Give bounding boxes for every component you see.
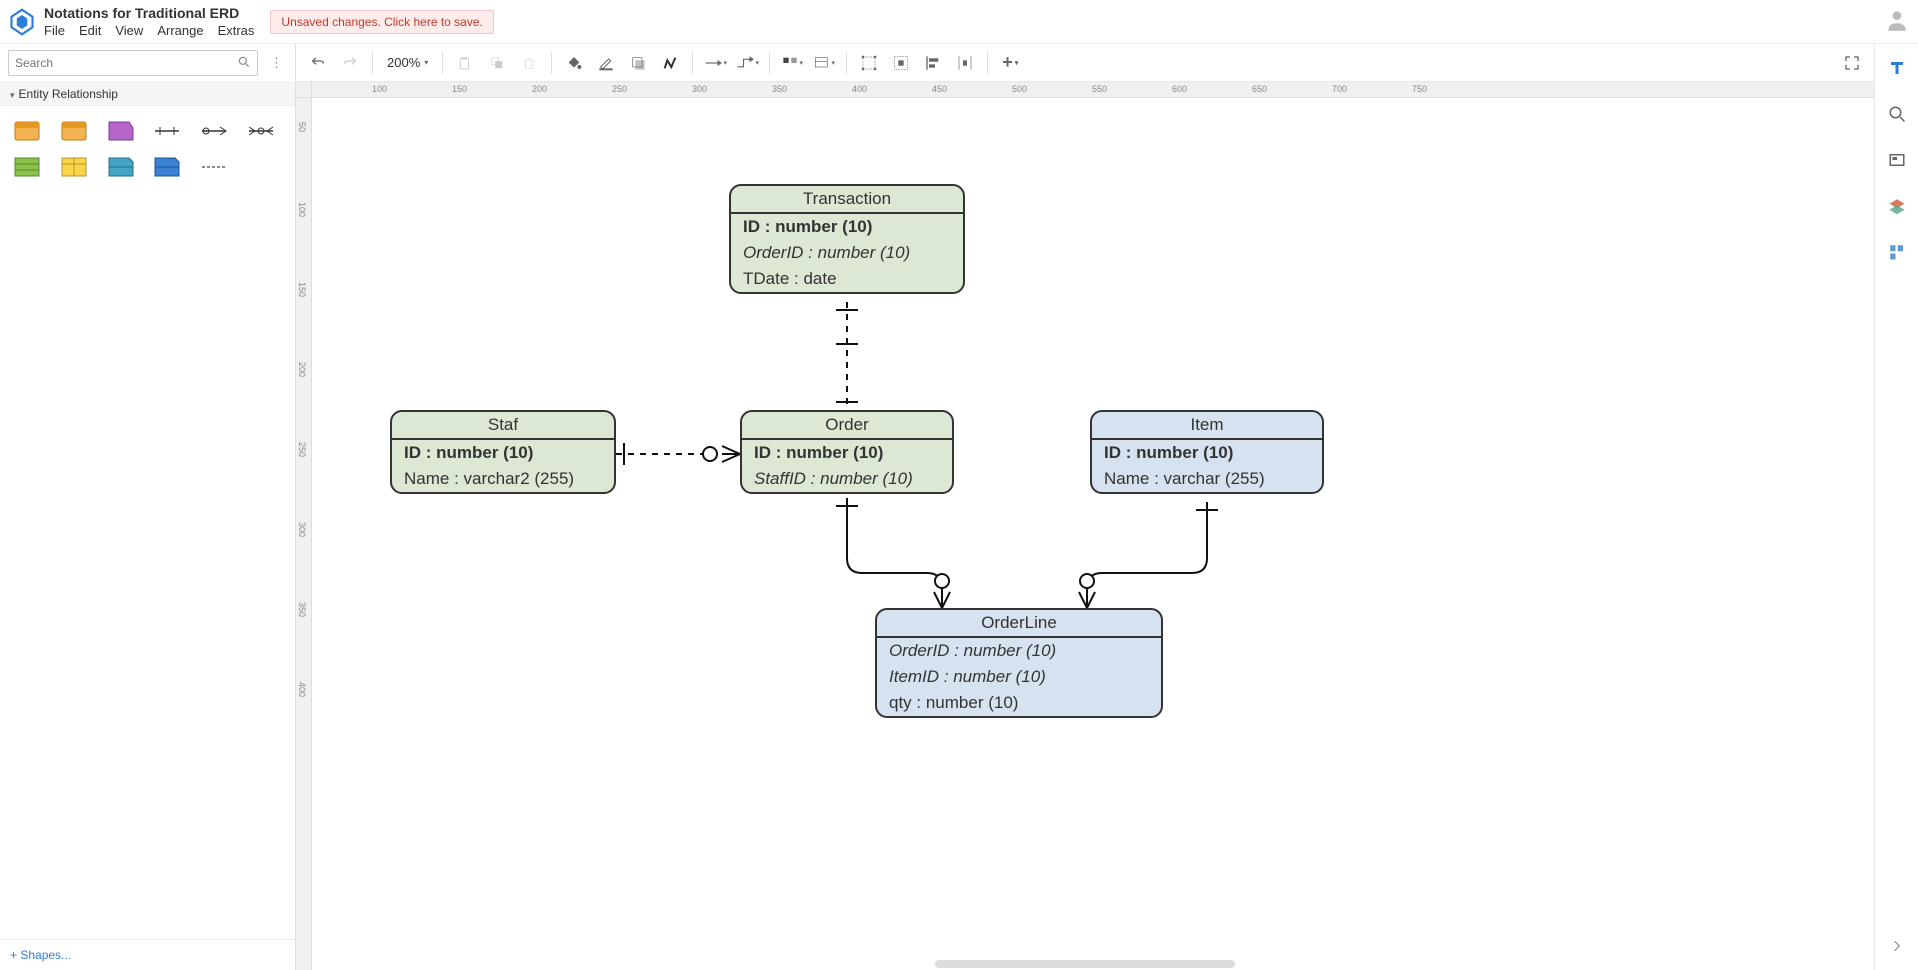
separator bbox=[846, 52, 847, 74]
redo-button[interactable] bbox=[336, 49, 364, 77]
separator bbox=[987, 52, 988, 74]
entity-row: Name : varchar2 (255) bbox=[392, 466, 614, 492]
shape-table-orange2[interactable] bbox=[57, 116, 93, 146]
connection-button[interactable] bbox=[701, 49, 729, 77]
shape-table-orange1[interactable] bbox=[10, 116, 46, 146]
vertical-ruler[interactable]: 50 100 150 200 250 300 350 400 bbox=[296, 98, 312, 970]
document-title[interactable]: Notations for Traditional ERD bbox=[44, 5, 254, 21]
insert-button[interactable] bbox=[778, 49, 806, 77]
entity-row: ID : number (10) bbox=[1092, 440, 1322, 466]
save-notice[interactable]: Unsaved changes. Click here to save. bbox=[270, 10, 493, 34]
entity-row: OrderID : number (10) bbox=[877, 638, 1161, 664]
search-box[interactable] bbox=[8, 50, 258, 76]
entity-title: Item bbox=[1092, 412, 1322, 440]
shapes-panel: ⋮ Entity Relationship Shapes... bbox=[0, 44, 296, 970]
table-button[interactable] bbox=[810, 49, 838, 77]
search-panel-icon[interactable] bbox=[1883, 100, 1911, 128]
connectors-layer bbox=[312, 98, 1874, 970]
horizontal-scrollbar[interactable] bbox=[935, 960, 1235, 968]
menu-edit[interactable]: Edit bbox=[79, 23, 101, 38]
menu-file[interactable]: File bbox=[44, 23, 65, 38]
canvas-area: 100 150 200 250 300 350 400 450 500 550 … bbox=[296, 82, 1874, 970]
fullscreen-button[interactable] bbox=[1838, 49, 1866, 77]
ruler-corner bbox=[296, 82, 312, 98]
shape-dashed-line[interactable] bbox=[197, 152, 233, 182]
entity-orderline[interactable]: OrderLine OrderID : number (10) ItemID :… bbox=[875, 608, 1163, 718]
shape-table-blue[interactable] bbox=[150, 152, 186, 182]
entity-row: ID : number (10) bbox=[731, 214, 963, 240]
toolbar: 200% + bbox=[296, 44, 1874, 82]
entity-row: ID : number (10) bbox=[742, 440, 952, 466]
align-left-button[interactable] bbox=[919, 49, 947, 77]
shapes-grid bbox=[0, 106, 295, 192]
entity-title: Transaction bbox=[731, 186, 963, 214]
section-entity-relationship[interactable]: Entity Relationship bbox=[0, 82, 295, 106]
distribute-button[interactable] bbox=[951, 49, 979, 77]
title-block: Notations for Traditional ERD File Edit … bbox=[44, 5, 254, 38]
menu-view[interactable]: View bbox=[115, 23, 143, 38]
fill-color-button[interactable] bbox=[560, 49, 588, 77]
shape-relation-line2[interactable] bbox=[197, 116, 233, 146]
tags-panel-icon[interactable] bbox=[1883, 238, 1911, 266]
entity-title: Staf bbox=[392, 412, 614, 440]
search-icon bbox=[237, 55, 251, 72]
entity-row: Name : varchar (255) bbox=[1092, 466, 1322, 492]
separator bbox=[442, 52, 443, 74]
entity-row: ItemID : number (10) bbox=[877, 664, 1161, 690]
shape-relation-line1[interactable] bbox=[150, 116, 186, 146]
layers-panel-icon[interactable] bbox=[1883, 192, 1911, 220]
entity-row: qty : number (10) bbox=[877, 690, 1161, 716]
entity-staf[interactable]: Staf ID : number (10) Name : varchar2 (2… bbox=[390, 410, 616, 494]
undo-button[interactable] bbox=[304, 49, 332, 77]
separator bbox=[692, 52, 693, 74]
fit-page-button[interactable] bbox=[887, 49, 915, 77]
right-panel bbox=[1874, 44, 1918, 970]
format-panel-icon[interactable] bbox=[1883, 54, 1911, 82]
outline-panel-icon[interactable] bbox=[1883, 146, 1911, 174]
entity-item[interactable]: Item ID : number (10) Name : varchar (25… bbox=[1090, 410, 1324, 494]
line-color-button[interactable] bbox=[592, 49, 620, 77]
entity-row: OrderID : number (10) bbox=[731, 240, 963, 266]
delete-button[interactable] bbox=[451, 49, 479, 77]
entity-order[interactable]: Order ID : number (10) StaffID : number … bbox=[740, 410, 954, 494]
app-logo[interactable] bbox=[8, 8, 36, 36]
shadow-button[interactable] bbox=[624, 49, 652, 77]
entity-title: OrderLine bbox=[877, 610, 1161, 638]
separator bbox=[372, 52, 373, 74]
separator bbox=[551, 52, 552, 74]
horizontal-ruler[interactable]: 100 150 200 250 300 350 400 450 500 550 … bbox=[312, 82, 1874, 98]
zoom-select[interactable]: 200% bbox=[381, 55, 434, 70]
search-row: ⋮ bbox=[0, 44, 295, 82]
add-button[interactable]: + bbox=[996, 49, 1024, 77]
to-front-button[interactable] bbox=[483, 49, 511, 77]
style-button[interactable] bbox=[656, 49, 684, 77]
separator bbox=[769, 52, 770, 74]
shape-table-teal[interactable] bbox=[104, 152, 140, 182]
entity-row: StaffID : number (10) bbox=[742, 466, 952, 492]
entity-title: Order bbox=[742, 412, 952, 440]
menu-bar: File Edit View Arrange Extras bbox=[44, 23, 254, 38]
collapse-panel-icon[interactable] bbox=[1883, 932, 1911, 960]
menu-arrange[interactable]: Arrange bbox=[157, 23, 203, 38]
shape-table-green[interactable] bbox=[10, 152, 46, 182]
entity-row: ID : number (10) bbox=[392, 440, 614, 466]
header: Notations for Traditional ERD File Edit … bbox=[0, 0, 1918, 44]
waypoints-button[interactable] bbox=[733, 49, 761, 77]
more-shapes-button[interactable]: Shapes... bbox=[0, 939, 295, 970]
to-back-button[interactable] bbox=[515, 49, 543, 77]
shape-table-yellow[interactable] bbox=[57, 152, 93, 182]
user-icon[interactable] bbox=[1884, 7, 1910, 36]
shape-relation-line3[interactable] bbox=[244, 116, 280, 146]
entity-row: TDate : date bbox=[731, 266, 963, 292]
shape-table-purple[interactable] bbox=[104, 116, 140, 146]
menu-extras[interactable]: Extras bbox=[218, 23, 255, 38]
search-input[interactable] bbox=[15, 56, 237, 70]
more-menu-icon[interactable]: ⋮ bbox=[266, 55, 287, 71]
edit-geometry-button[interactable] bbox=[855, 49, 883, 77]
entity-transaction[interactable]: Transaction ID : number (10) OrderID : n… bbox=[729, 184, 965, 294]
diagram-canvas[interactable]: Transaction ID : number (10) OrderID : n… bbox=[312, 98, 1874, 970]
